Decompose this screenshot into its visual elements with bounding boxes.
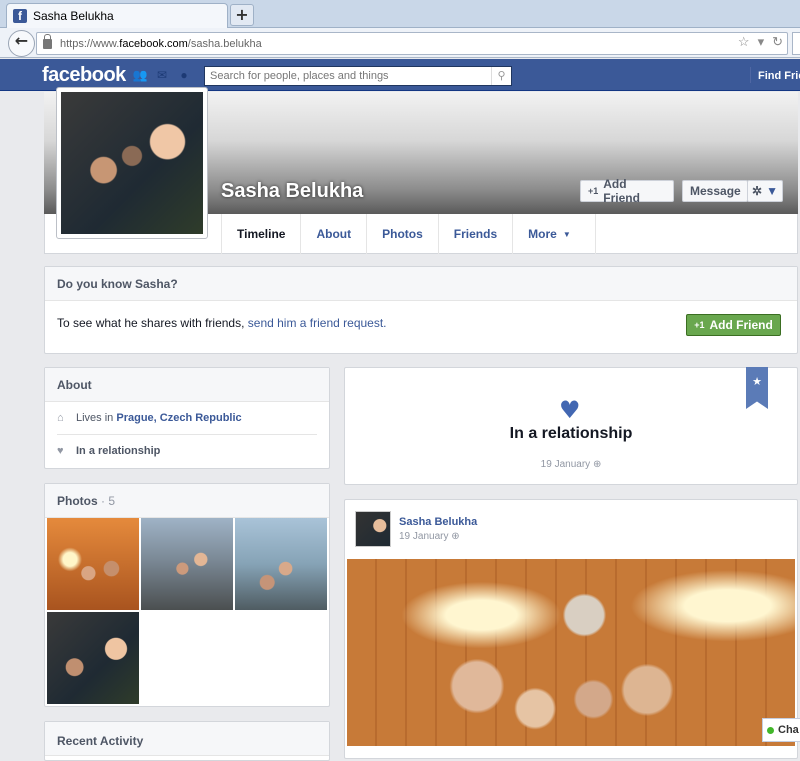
- life-event-title[interactable]: In a relationship: [344, 425, 798, 443]
- add-friend-icon: +1: [694, 320, 705, 330]
- tab-about[interactable]: About: [300, 214, 366, 254]
- chat-label: Cha: [778, 724, 799, 736]
- about-title[interactable]: About: [45, 368, 329, 402]
- online-status-icon: [767, 726, 774, 734]
- search-input[interactable]: Search for people, places and things ⚲: [204, 66, 512, 86]
- globe-icon: ⊕: [592, 459, 602, 470]
- photo-thumbnail[interactable]: [47, 612, 139, 704]
- chevron-down-icon: ▼: [562, 229, 571, 239]
- recent-activity-card: Recent Activity: [44, 721, 330, 761]
- heart-icon: ♥: [57, 444, 64, 457]
- photo-thumbnail[interactable]: [47, 518, 139, 610]
- url-text: https://www.facebook.com/sasha.belukha: [60, 37, 262, 50]
- back-button[interactable]: ←: [8, 30, 35, 57]
- profile-tabs: Timeline About Photos Friends More ▼: [221, 214, 596, 254]
- facebook-favicon-icon: f: [13, 9, 27, 23]
- bookmark-star-icon[interactable]: ☆: [738, 34, 750, 50]
- life-event-date: 19 January ⊕: [540, 459, 602, 470]
- settings-dropdown-button[interactable]: ✲ ▼: [747, 180, 783, 202]
- address-bar[interactable]: https://www.facebook.com/sasha.belukha ☆…: [36, 32, 788, 55]
- avatar[interactable]: [355, 511, 391, 547]
- photo-thumbnail[interactable]: [141, 518, 233, 610]
- home-icon: ⌂: [57, 412, 64, 424]
- add-friend-label: Add Friend: [709, 318, 773, 332]
- profile-name[interactable]: Sasha Belukha: [221, 180, 363, 203]
- browser-tab[interactable]: f Sasha Belukha: [6, 3, 228, 28]
- globe-icon: ⊕: [451, 531, 460, 542]
- post-author[interactable]: Sasha Belukha: [399, 516, 477, 528]
- tab-photos[interactable]: Photos: [366, 214, 438, 254]
- tab-timeline[interactable]: Timeline: [221, 214, 300, 254]
- browser-nav-bar: ← https://www.facebook.com/sasha.belukha…: [0, 28, 800, 58]
- profile-picture[interactable]: [56, 87, 208, 239]
- lock-icon: [43, 33, 52, 49]
- post-photo[interactable]: [347, 559, 795, 746]
- recent-activity-title[interactable]: Recent Activity: [45, 722, 329, 756]
- friend-requests-icon[interactable]: 👥: [132, 68, 148, 82]
- chat-bar[interactable]: Cha: [762, 718, 800, 742]
- relationship-row: ♥ In a relationship: [57, 434, 317, 466]
- divider: [750, 67, 751, 83]
- post-date[interactable]: 19 January ⊕: [399, 531, 460, 542]
- search-icon[interactable]: ⚲: [491, 67, 511, 85]
- reload-icon[interactable]: ↻: [772, 34, 783, 50]
- photo-thumbnail[interactable]: [235, 518, 327, 610]
- lives-in-row: ⌂ Lives in Prague, Czech Republic: [57, 402, 317, 434]
- add-friend-icon: +1: [588, 186, 599, 196]
- tab-more-label: More: [528, 227, 557, 241]
- tab-title: Sasha Belukha: [33, 9, 114, 23]
- tab-friends[interactable]: Friends: [437, 214, 512, 254]
- profile-photo-image: [61, 92, 203, 234]
- facebook-logo[interactable]: facebook: [42, 64, 126, 87]
- new-tab-button[interactable]: +: [230, 4, 254, 26]
- photos-title[interactable]: Photos: [57, 494, 98, 508]
- find-friends-link[interactable]: Find Frie: [758, 70, 800, 82]
- photos-count: · 5: [101, 494, 116, 508]
- prompt-title: Do you know Sasha?: [45, 267, 797, 301]
- message-button[interactable]: Message: [682, 180, 748, 202]
- search-placeholder: Search for people, places and things: [210, 70, 389, 82]
- heart-icon: ♥: [559, 396, 581, 424]
- add-friend-green-button[interactable]: +1 Add Friend: [686, 314, 781, 336]
- dropdown-icon[interactable]: ▾: [758, 34, 765, 50]
- messages-icon[interactable]: ✉: [154, 68, 170, 82]
- add-friend-label: Add Friend: [603, 177, 640, 205]
- toolbar-button[interactable]: [792, 32, 800, 55]
- tab-more[interactable]: More ▼: [512, 214, 596, 254]
- relationship-text: In a relationship: [76, 444, 161, 457]
- chevron-down-icon: ▼: [766, 184, 778, 198]
- about-card: About ⌂ Lives in Prague, Czech Republic …: [44, 367, 330, 469]
- add-friend-button[interactable]: +1 Add Friend: [580, 177, 674, 205]
- city-link[interactable]: Prague, Czech Republic: [116, 412, 241, 424]
- prompt-text: To see what he shares with friends, send…: [57, 316, 387, 330]
- notifications-icon[interactable]: ●: [176, 68, 192, 82]
- friend-request-prompt: Do you know Sasha? To see what he shares…: [44, 266, 798, 354]
- browser-tab-bar: f Sasha Belukha +: [0, 0, 800, 28]
- lives-in-text: Lives in Prague, Czech Republic: [76, 412, 242, 424]
- friend-request-link[interactable]: send him a friend request.: [248, 316, 387, 330]
- gear-icon: ✲: [752, 184, 763, 198]
- photos-header: Photos · 5: [45, 484, 329, 518]
